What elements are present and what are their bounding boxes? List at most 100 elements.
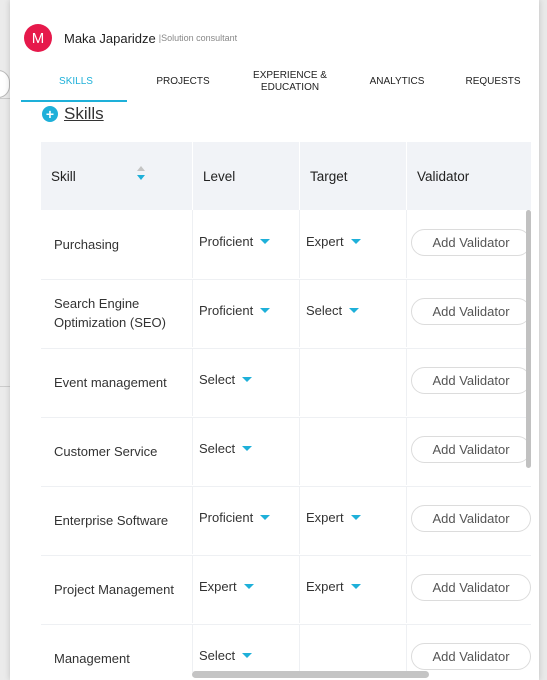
caret-down-icon <box>242 445 253 451</box>
add-validator-button[interactable]: Add Validator <box>411 573 531 601</box>
vertical-scrollbar[interactable] <box>526 210 531 468</box>
column-header-target: Target <box>299 142 406 210</box>
validator-cell: Add Validator <box>406 486 531 554</box>
profile-header: M Maka Japaridze |Solution consultant <box>24 24 237 52</box>
skill-cell: Management <box>41 624 192 672</box>
level-cell: Select <box>192 348 299 416</box>
column-header-skill[interactable]: Skill <box>41 142 192 210</box>
column-header-label: Target <box>310 168 348 184</box>
skill-name: Event management <box>54 374 167 390</box>
caret-down-icon <box>260 238 271 244</box>
caret-down-icon <box>260 514 271 520</box>
skill-name: Purchasing <box>54 236 120 252</box>
level-cell: Expert <box>192 555 299 623</box>
background-control-fragment <box>0 70 10 98</box>
column-header-label: Skill <box>51 168 76 184</box>
table-header: Skill Level Target Validator <box>41 142 531 210</box>
skill-name: Enterprise Software <box>54 512 169 528</box>
level-value: Select <box>199 647 236 663</box>
level-value: Select <box>199 440 236 456</box>
target-cell: Expert <box>299 210 406 278</box>
caret-down-icon <box>349 307 360 313</box>
validator-cell: Add Validator <box>406 210 531 278</box>
avatar[interactable]: M <box>24 24 52 52</box>
level-value: Proficient <box>199 302 254 318</box>
tab-skills[interactable]: SKILLS <box>26 64 126 100</box>
level-value: Expert <box>199 578 237 594</box>
validator-cell: Add Validator <box>406 624 531 672</box>
add-validator-button[interactable]: Add Validator <box>411 297 531 325</box>
skills-table: Skill Level Target Validator Purchasing P… <box>41 142 531 672</box>
user-role: |Solution consultant <box>158 33 238 43</box>
validator-cell: Add Validator <box>406 348 531 416</box>
level-value: Select <box>199 371 236 387</box>
skill-name: Project Management <box>54 581 174 597</box>
caret-down-icon <box>350 238 361 244</box>
user-name: Maka Japaridze <box>64 30 156 46</box>
target-value: Expert <box>306 578 344 594</box>
target-cell: Expert <box>299 486 406 554</box>
level-cell: Proficient <box>192 486 299 554</box>
level-value: Proficient <box>199 509 254 525</box>
skill-name: Search Engine Optimization (SEO) <box>54 296 166 330</box>
level-dropdown[interactable]: Proficient <box>199 509 271 525</box>
skill-name: Customer Service <box>54 443 158 459</box>
level-dropdown[interactable]: Select <box>199 371 253 387</box>
horizontal-scrollbar[interactable] <box>192 671 429 678</box>
target-value: Expert <box>306 233 344 249</box>
add-validator-button[interactable]: Add Validator <box>411 504 531 532</box>
section-label[interactable]: Skills <box>64 104 104 124</box>
target-dropdown[interactable]: Expert <box>306 510 361 525</box>
level-dropdown[interactable]: Proficient <box>199 302 271 318</box>
level-dropdown[interactable]: Select <box>199 647 253 663</box>
table-row: Management Select Add Validator <box>41 624 531 672</box>
plus-circle-icon[interactable]: + <box>42 106 58 122</box>
skill-name: Management <box>54 650 130 666</box>
level-cell: Select <box>192 624 299 672</box>
table-row: Purchasing Proficient Expert Add Validator <box>41 210 531 280</box>
add-validator-button[interactable]: Add Validator <box>411 642 531 670</box>
table-row: Event management Select Add Validator <box>41 348 531 418</box>
add-validator-button[interactable]: Add Validator <box>411 435 531 463</box>
caret-down-icon <box>242 652 253 658</box>
target-dropdown[interactable]: Expert <box>306 234 361 249</box>
column-header-label: Level <box>203 168 236 184</box>
target-value: Expert <box>306 509 344 525</box>
skill-cell: Customer Service <box>41 417 192 485</box>
caret-down-icon <box>242 376 253 382</box>
target-dropdown[interactable]: Select <box>306 302 360 318</box>
level-cell: Select <box>192 417 299 485</box>
background-page-strip-right <box>539 0 547 680</box>
tab-experience-education[interactable]: EXPERIENCE & EDUCATION <box>238 64 342 100</box>
level-dropdown[interactable]: Select <box>199 440 253 456</box>
skill-cell: Purchasing <box>41 210 192 278</box>
caret-down-icon <box>350 514 361 520</box>
target-cell: Select <box>299 279 406 347</box>
validator-cell: Add Validator <box>406 279 531 347</box>
tab-requests[interactable]: REQUESTS <box>452 64 534 100</box>
table-row: Search Engine Optimization (SEO) Proficie… <box>41 279 531 349</box>
add-validator-button[interactable]: Add Validator <box>411 366 531 394</box>
level-value: Proficient <box>199 233 254 249</box>
caret-down-icon <box>243 583 254 589</box>
target-dropdown[interactable]: Expert <box>306 579 361 594</box>
table-row: Customer Service Select Add Validator <box>41 417 531 487</box>
level-cell: Proficient <box>192 210 299 278</box>
validator-cell: Add Validator <box>406 555 531 623</box>
column-header-validator: Validator <box>406 142 531 210</box>
level-dropdown[interactable]: Expert <box>199 579 254 594</box>
skill-cell: Event management <box>41 348 192 416</box>
level-cell: Proficient <box>192 279 299 347</box>
target-value: Select <box>306 302 343 318</box>
target-cell: Expert <box>299 555 406 623</box>
tab-analytics[interactable]: ANALYTICS <box>352 64 442 100</box>
validator-cell: Add Validator <box>406 417 531 485</box>
tab-projects[interactable]: PROJECTS <box>138 64 228 100</box>
sort-icon[interactable] <box>136 165 146 181</box>
level-dropdown[interactable]: Proficient <box>199 233 271 249</box>
column-header-label: Validator <box>417 168 470 184</box>
target-cell <box>299 624 406 672</box>
caret-down-icon <box>350 583 361 589</box>
add-validator-button[interactable]: Add Validator <box>411 228 531 256</box>
active-tab-indicator <box>21 100 127 102</box>
